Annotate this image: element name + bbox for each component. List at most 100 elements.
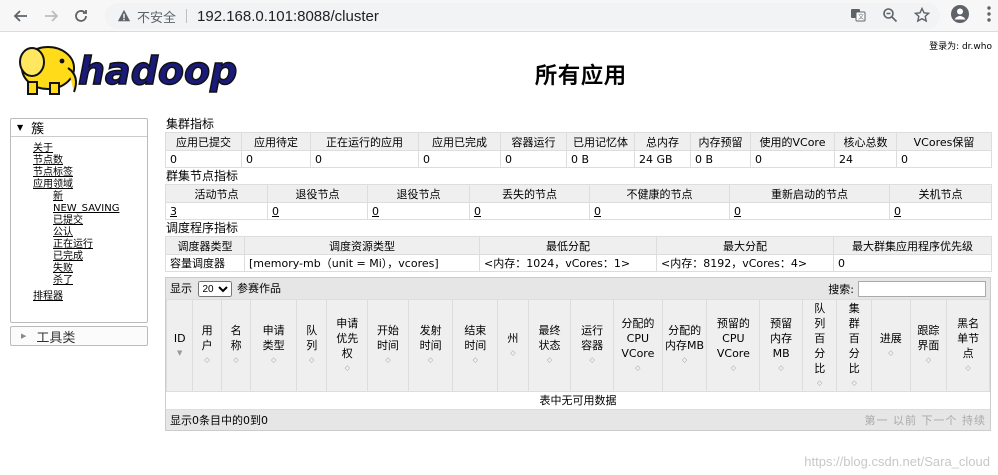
sort-icon: ◇ xyxy=(589,356,595,364)
decommissioned-nodes-link[interactable]: 0 xyxy=(372,205,379,218)
column-label: 预留内存MB xyxy=(770,316,793,360)
decommissioning-nodes-link[interactable]: 0 xyxy=(272,205,279,218)
sortable-column-header[interactable]: 集群百分比 ◇ xyxy=(836,299,873,392)
reload-icon xyxy=(75,9,87,22)
applications-footer: 显示0条目中的0到0 第一 以前 下一个 持续 xyxy=(166,410,990,430)
nav-link-nodes[interactable]: 节点数 xyxy=(33,155,147,167)
applications-panel: 显示 20 参赛作品 搜索: ID ▼ 用户 ◇ 名称 ◇ 申请类型 ◇ 队列 ◇ xyxy=(165,277,991,431)
table-cell: 0 xyxy=(310,150,419,168)
nav-link-running[interactable]: 正在运行 xyxy=(53,239,147,251)
sortable-column-header[interactable]: 申请优先权 ◇ xyxy=(326,299,369,392)
reload-button[interactable] xyxy=(66,0,96,32)
cluster-metrics-title: 集群指标 xyxy=(166,117,215,131)
rebooted-nodes-link[interactable]: 0 xyxy=(734,205,741,218)
table-cell: 0 xyxy=(367,202,470,220)
sortable-column-header[interactable]: 结束时间 ◇ xyxy=(452,299,499,392)
pager-last-button[interactable]: 持续 xyxy=(962,414,986,427)
sortable-column-header[interactable]: 队列百分比 ◇ xyxy=(801,299,838,392)
table-header-row: 调度器类型 调度资源类型 最低分配 最大分配 最大群集应用程序优先级 xyxy=(165,236,992,255)
sortable-column-header[interactable]: 进展 ◇ xyxy=(871,299,911,392)
sortable-column-header[interactable]: 运行容器 ◇ xyxy=(570,299,614,392)
node-metrics-table: 活动节点 退役节点 退役节点 丢失的节点 不健康的节点 重新启动的节点 关机节点… xyxy=(165,184,992,220)
column-label: 队列百分比 xyxy=(814,301,826,375)
sortable-column-header[interactable]: 预留的CPU VCore ◇ xyxy=(706,299,761,392)
sortable-column-header[interactable]: 分配的CPU VCore ◇ xyxy=(612,299,663,392)
sortable-column-header[interactable]: 分配的内存MB ◇ xyxy=(661,299,708,392)
profile-area xyxy=(950,4,992,24)
back-button[interactable] xyxy=(6,0,36,32)
pager-next-button[interactable]: 下一个 xyxy=(922,414,958,427)
account-icon[interactable] xyxy=(950,4,970,24)
column-header: 丢失的节点 xyxy=(469,184,590,203)
nav-link-new-saving[interactable]: NEW_SAVING xyxy=(53,203,147,215)
table-header-row: 应用已提交 应用待定 正在运行的应用 应用已完成 容器运行 已用记忆体 总内存 … xyxy=(165,132,992,151)
active-nodes-link[interactable]: 3 xyxy=(170,205,177,218)
pager-previous-button[interactable]: 以前 xyxy=(893,414,917,427)
sort-icon: ◇ xyxy=(344,363,350,372)
sortable-column-header[interactable]: 黑名单节点 ◇ xyxy=(946,299,990,392)
nav-link-finished[interactable]: 已完成 xyxy=(53,251,147,263)
collapse-triangle-icon: ▶ xyxy=(21,332,27,340)
nav-link-submitted[interactable]: 已提交 xyxy=(53,215,147,227)
translate-icon[interactable]: 文 xyxy=(850,7,866,23)
url-text[interactable]: 192.168.0.101:8088/cluster xyxy=(197,8,379,25)
sortable-column-header[interactable]: ID ▼ xyxy=(165,299,194,392)
sortable-column-header[interactable]: 州 ◇ xyxy=(497,299,529,392)
shutdown-nodes-link[interactable]: 0 xyxy=(894,205,901,218)
sortable-column-header[interactable]: 队列 ◇ xyxy=(296,299,328,392)
sortable-column-header[interactable]: 用户 ◇ xyxy=(192,299,222,392)
sortable-column-header[interactable]: 预留内存MB ◇ xyxy=(759,299,803,392)
sortable-column-header[interactable]: 跟踪界面 ◇ xyxy=(909,299,948,392)
node-metrics-title: 群集节点指标 xyxy=(166,169,239,183)
star-icon[interactable] xyxy=(914,7,930,23)
sortable-column-header[interactable]: 最终状态 ◇ xyxy=(527,299,572,392)
table-cell: 容量调度器 xyxy=(165,254,245,272)
pagination: 第一 以前 下一个 持续 xyxy=(865,412,987,428)
svg-text:文: 文 xyxy=(858,13,864,21)
tools-panel-header[interactable]: ▶ 工具类 xyxy=(10,326,148,346)
sortable-column-header[interactable]: 名称 ◇ xyxy=(220,299,252,392)
nav-link-killed[interactable]: 杀了 xyxy=(53,275,147,287)
table-cell: 0 xyxy=(833,254,992,272)
search-input[interactable] xyxy=(858,280,986,297)
cluster-panel-header[interactable]: ▼ 簇 xyxy=(11,119,147,137)
logged-in-label: 登录为: dr.who xyxy=(929,42,992,52)
table-header-row: ID ▼ 用户 ◇ 名称 ◇ 申请类型 ◇ 队列 ◇ 申请优先权 ◇ 开始时间 ◇ 发射时间 ◇… xyxy=(165,299,990,392)
unhealthy-nodes-link[interactable]: 0 xyxy=(594,205,601,218)
table-cell: 0 xyxy=(889,202,992,220)
column-header: 应用已提交 xyxy=(165,132,242,151)
hadoop-logo[interactable]: hadoop xyxy=(10,38,250,100)
lost-nodes-link[interactable]: 0 xyxy=(474,205,481,218)
nav-link-about[interactable]: 关于 xyxy=(33,143,147,155)
column-header: 核心总数 xyxy=(834,132,897,151)
sortable-column-header[interactable]: 开始时间 ◇ xyxy=(367,299,409,392)
sortable-column-header[interactable]: 申请类型 ◇ xyxy=(250,299,298,392)
column-label: 开始时间 xyxy=(376,324,399,352)
pager-first-button[interactable]: 第一 xyxy=(865,414,889,427)
empty-table-message: 表中无可用数据 xyxy=(166,392,990,410)
entries-label: 参赛作品 xyxy=(237,281,281,295)
nav-link-applications[interactable]: 应用领域 xyxy=(33,179,147,191)
sortable-column-header[interactable]: 发射时间 ◇ xyxy=(407,299,454,392)
column-header: 不健康的节点 xyxy=(589,184,730,203)
address-bar[interactable]: 不安全 192.168.0.101:8088/cluster 文 xyxy=(105,3,940,29)
arrow-left-icon xyxy=(13,9,27,22)
nav-link-failed[interactable]: 失败 xyxy=(53,263,147,275)
main-content: 集群指标 应用已提交 应用待定 正在运行的应用 应用已完成 容器运行 已用记忆体… xyxy=(165,116,992,431)
nav-link-accepted[interactable]: 公认 xyxy=(53,227,147,239)
page-size-control: 显示 20 参赛作品 xyxy=(170,280,281,298)
nav-link-node-labels[interactable]: 节点标签 xyxy=(33,167,147,179)
forward-button[interactable] xyxy=(36,0,66,32)
nav-link-new[interactable]: 新 xyxy=(53,191,147,203)
column-header: 重新启动的节点 xyxy=(729,184,890,203)
nav-link-scheduler[interactable]: 排程器 xyxy=(33,291,147,303)
page-size-select[interactable]: 20 xyxy=(197,281,232,298)
menu-dots-icon[interactable] xyxy=(986,5,992,23)
table-cell: 0 xyxy=(500,150,567,168)
table-cell: 3 xyxy=(165,202,268,220)
table-cell: 0 xyxy=(165,150,242,168)
column-label: 用户 xyxy=(201,324,213,352)
column-header: 总内存 xyxy=(634,132,691,151)
cluster-links: 关于 节点数 节点标签 应用领域 新 NEW_SAVING 已提交 公认 正在运… xyxy=(11,137,147,303)
zoom-icon[interactable] xyxy=(882,7,898,23)
